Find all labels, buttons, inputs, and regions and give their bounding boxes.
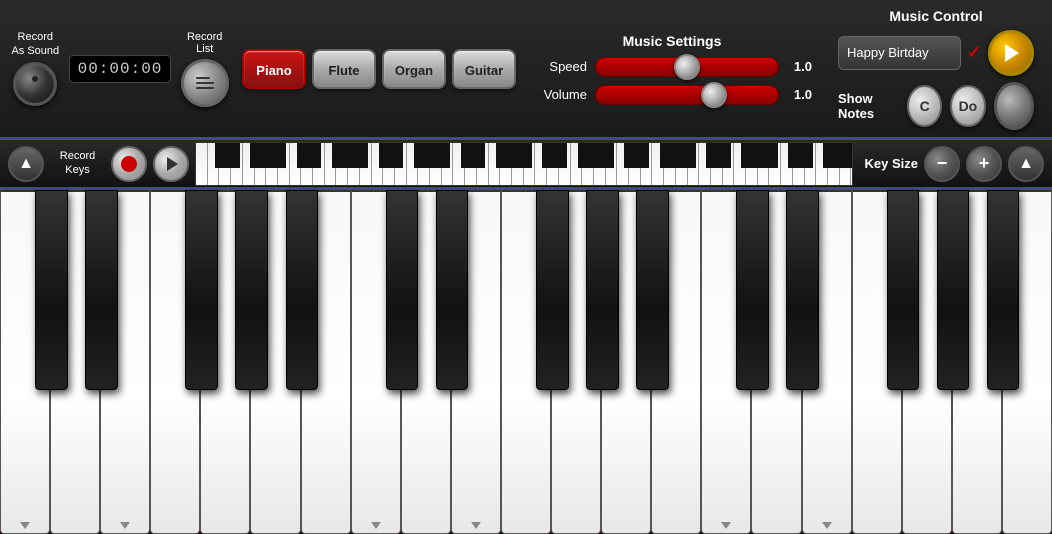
- record-as-sound-label: Record As Sound: [11, 31, 59, 57]
- record-list-label: Record List: [187, 31, 222, 55]
- scroll-left-button[interactable]: ▲: [8, 146, 44, 182]
- key-size-label: Key Size: [865, 156, 918, 171]
- mini-black-key[interactable]: [437, 143, 450, 168]
- mini-black-key[interactable]: [800, 143, 813, 168]
- volume-slider-thumb[interactable]: [701, 82, 727, 108]
- key-arrow-icon: [120, 522, 130, 529]
- record-keys-label: Record Keys: [50, 150, 105, 176]
- mini-white-key[interactable]: [196, 143, 208, 185]
- record-as-sound-section: Record As Sound: [8, 31, 63, 105]
- instrument-organ[interactable]: Organ: [382, 49, 446, 89]
- record-button[interactable]: [111, 146, 147, 182]
- play-large-button[interactable]: [988, 30, 1034, 76]
- key-arrow-icon: [822, 522, 832, 529]
- check-icon: ✓: [967, 42, 982, 63]
- key-size-decrease-button[interactable]: −: [924, 146, 960, 182]
- mini-black-key[interactable]: [683, 143, 696, 168]
- black-key[interactable]: [286, 190, 319, 390]
- speed-slider-track[interactable]: [595, 57, 779, 77]
- piano-area: [0, 190, 1052, 534]
- instrument-flute[interactable]: Flute: [312, 49, 376, 89]
- mini-black-key[interactable]: [355, 143, 368, 168]
- key-arrow-icon: [20, 522, 30, 529]
- mini-black-key[interactable]: [226, 143, 239, 168]
- black-key[interactable]: [185, 190, 218, 390]
- play-icon: [167, 157, 178, 171]
- volume-slider-row: Volume 1.0: [532, 85, 812, 105]
- volume-value: 1.0: [787, 87, 812, 102]
- black-key[interactable]: [35, 190, 68, 390]
- speed-slider-row: Speed 1.0: [532, 57, 812, 77]
- show-notes-label: Show Notes: [838, 91, 899, 121]
- play-button[interactable]: [153, 146, 189, 182]
- mini-black-key[interactable]: [636, 143, 649, 168]
- speed-slider-thumb[interactable]: [674, 54, 700, 80]
- control-row: ▲ Record Keys Key Size − + ▲: [0, 140, 1052, 190]
- key-arrow-icon: [471, 522, 481, 529]
- top-bar: Record As Sound 00:00:00 Record List Pia…: [0, 0, 1052, 140]
- key-arrow-icon: [721, 522, 731, 529]
- mini-black-key[interactable]: [519, 143, 532, 168]
- volume-label: Volume: [532, 87, 587, 102]
- record-list-section: Record List: [177, 31, 232, 107]
- piano-strip: [195, 142, 853, 186]
- record-dot-icon: [121, 156, 137, 172]
- mini-black-key[interactable]: [765, 143, 778, 168]
- instrument-piano[interactable]: Piano: [242, 49, 306, 89]
- record-as-sound-knob[interactable]: [13, 62, 57, 106]
- instrument-buttons: Piano Flute Organ Guitar: [242, 49, 516, 89]
- black-key[interactable]: [386, 190, 419, 390]
- song-select-row: Happy Birtday ✓: [838, 30, 1034, 76]
- note-knob[interactable]: [994, 82, 1034, 130]
- black-key[interactable]: [536, 190, 569, 390]
- key-arrow-icon: [371, 522, 381, 529]
- mini-black-key[interactable]: [718, 143, 731, 168]
- black-key[interactable]: [987, 190, 1020, 390]
- scroll-right-button[interactable]: ▲: [1008, 146, 1044, 182]
- black-key[interactable]: [736, 190, 769, 390]
- mini-black-key[interactable]: [847, 143, 853, 168]
- mini-black-key[interactable]: [601, 143, 614, 168]
- music-settings-title: Music Settings: [623, 33, 722, 49]
- show-notes-row: Show Notes C Do: [838, 82, 1034, 130]
- mini-black-key[interactable]: [390, 143, 403, 168]
- black-key[interactable]: [235, 190, 268, 390]
- list-icon: [196, 77, 214, 89]
- black-key[interactable]: [85, 190, 118, 390]
- speed-label: Speed: [532, 59, 587, 74]
- knob-dot: [32, 76, 38, 82]
- black-key[interactable]: [636, 190, 669, 390]
- black-key[interactable]: [937, 190, 970, 390]
- song-select[interactable]: Happy Birtday: [838, 36, 961, 70]
- speed-value: 1.0: [787, 59, 812, 74]
- black-key[interactable]: [786, 190, 819, 390]
- black-key[interactable]: [586, 190, 619, 390]
- mini-black-key[interactable]: [554, 143, 567, 168]
- record-list-button[interactable]: [181, 59, 229, 107]
- instrument-guitar[interactable]: Guitar: [452, 49, 516, 89]
- black-key[interactable]: [436, 190, 469, 390]
- black-key[interactable]: [887, 190, 920, 390]
- volume-slider-track[interactable]: [595, 85, 779, 105]
- music-control-title: Music Control: [838, 8, 1034, 24]
- key-size-increase-button[interactable]: +: [966, 146, 1002, 182]
- play-triangle-icon: [1005, 44, 1019, 62]
- timer-display: 00:00:00: [69, 55, 172, 83]
- note-do-button[interactable]: Do: [950, 85, 985, 127]
- note-c-button[interactable]: C: [907, 85, 942, 127]
- mini-black-key[interactable]: [472, 143, 485, 168]
- music-control: Music Control Happy Birtday ✓ Show Notes…: [828, 2, 1044, 136]
- music-settings: Music Settings Speed 1.0 Volume 1.0: [522, 27, 822, 111]
- mini-black-key[interactable]: [308, 143, 321, 168]
- mini-black-key[interactable]: [273, 143, 286, 168]
